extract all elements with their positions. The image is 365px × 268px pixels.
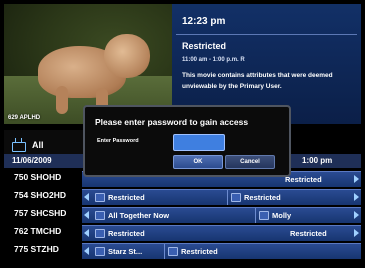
password-input[interactable]	[173, 134, 225, 151]
guide-row[interactable]: 754 SHO2HD Restricted Restricted	[4, 188, 361, 205]
guide-row[interactable]: 762 TMCHD Restricted Restricted	[4, 224, 361, 241]
filter-label[interactable]: All	[32, 140, 44, 150]
guide-row[interactable]: 775 STZHD Starz St... Restricted	[4, 242, 361, 259]
lock-icon	[95, 211, 105, 220]
channel-label[interactable]: 754 SHO2HD	[14, 190, 66, 200]
left-arrow-icon[interactable]	[84, 211, 89, 219]
left-arrow-icon[interactable]	[84, 229, 89, 237]
channel-label[interactable]: 757 SHCSHD	[14, 208, 66, 218]
cancel-button[interactable]: Cancel	[225, 155, 275, 169]
tv-guide-screen: 629 APLHD 12:23 pm Restricted 11:00 am -…	[0, 0, 365, 268]
program-slot[interactable]: Molly	[255, 208, 291, 223]
left-arrow-icon[interactable]	[84, 247, 89, 255]
program-slot[interactable]: Restricted	[92, 190, 145, 205]
program-time: 11:00 am - 1:00 p.m. R	[182, 57, 245, 63]
program-slot[interactable]: Starz St...	[92, 244, 142, 259]
guide-date: 11/06/2009	[12, 156, 52, 165]
channel-label[interactable]: 750 SHOHD	[14, 172, 61, 182]
lock-icon	[168, 247, 178, 256]
program-slot[interactable]: Restricted	[92, 226, 145, 241]
lock-icon	[259, 211, 269, 220]
program-slot[interactable]: Restricted	[227, 190, 281, 205]
program-slot[interactable]: Restricted	[164, 244, 218, 259]
time-column-header: 1:00 pm	[302, 156, 333, 165]
guide-row[interactable]: 757 SHCSHD All Together Now Molly	[4, 206, 361, 223]
ok-button[interactable]: OK	[173, 155, 223, 169]
tv-icon	[12, 142, 26, 152]
password-label: Enter Password	[97, 138, 139, 144]
preview-channel-tag: 629 APLHD	[8, 115, 41, 121]
program-description: This movie contains attributes that were…	[182, 72, 333, 90]
program-slots: All Together Now Molly	[82, 207, 361, 223]
left-arrow-icon[interactable]	[84, 193, 89, 201]
program-slots: Restricted Restricted	[82, 225, 361, 241]
lock-icon	[95, 193, 105, 202]
lock-icon	[231, 193, 241, 202]
password-dialog: Please enter password to gain access Ent…	[83, 105, 291, 177]
current-time: 12:23 pm	[182, 16, 226, 27]
program-slot[interactable]: Restricted	[287, 226, 327, 241]
dialog-title: Please enter password to gain access	[95, 117, 249, 127]
program-title: Restricted	[182, 41, 227, 51]
channel-label[interactable]: 775 STZHD	[14, 244, 59, 254]
right-arrow-icon[interactable]	[354, 175, 359, 183]
program-slots: Starz St... Restricted	[82, 243, 361, 259]
program-slot[interactable]: All Together Now	[92, 208, 169, 223]
right-arrow-icon[interactable]	[354, 211, 359, 219]
right-arrow-icon[interactable]	[354, 193, 359, 201]
info-divider	[176, 34, 357, 35]
lock-icon	[95, 247, 105, 256]
right-arrow-icon[interactable]	[354, 229, 359, 237]
lock-icon	[95, 229, 105, 238]
channel-label[interactable]: 762 TMCHD	[14, 226, 61, 236]
program-slots: Restricted Restricted	[82, 189, 361, 205]
